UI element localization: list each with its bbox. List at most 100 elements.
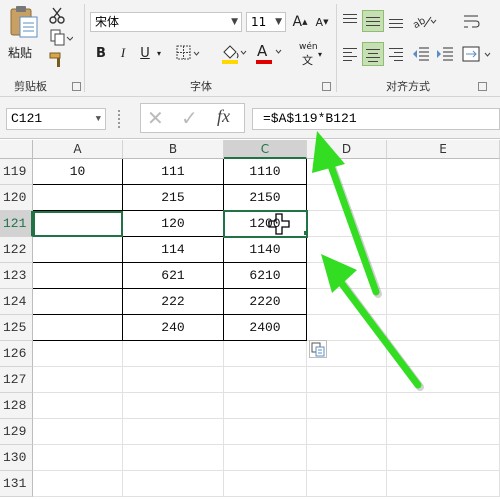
cell[interactable]: [387, 263, 500, 289]
cell[interactable]: [387, 211, 500, 237]
cell[interactable]: [224, 419, 307, 445]
cancel-icon[interactable]: ✕: [147, 106, 164, 130]
format-painter-button[interactable]: [46, 50, 68, 70]
row-header[interactable]: 123: [0, 263, 33, 289]
grow-font-button[interactable]: A ▲: [290, 12, 310, 32]
name-box[interactable]: C121 ▼: [6, 108, 106, 130]
cell[interactable]: [387, 237, 500, 263]
row-header[interactable]: 121: [0, 211, 33, 237]
cell[interactable]: [33, 263, 123, 289]
cell[interactable]: [387, 419, 500, 445]
paste-options-button[interactable]: [309, 340, 327, 358]
column-header-a[interactable]: A: [33, 140, 123, 159]
font-launcher-icon[interactable]: [322, 82, 331, 91]
decrease-indent-button[interactable]: [410, 42, 432, 66]
chevron-down-icon[interactable]: ▼: [275, 13, 282, 31]
cell[interactable]: [307, 211, 387, 237]
cell[interactable]: [33, 211, 123, 237]
row-header[interactable]: 122: [0, 237, 33, 263]
wrap-text-button[interactable]: [460, 10, 484, 32]
middle-align-button[interactable]: [362, 10, 384, 32]
cell[interactable]: [387, 185, 500, 211]
clipboard-launcher-icon[interactable]: [72, 82, 81, 91]
align-left-button[interactable]: [340, 42, 360, 66]
merge-center-button[interactable]: [460, 42, 496, 66]
chevron-down-icon[interactable]: ▼: [231, 13, 238, 31]
cell[interactable]: 111: [123, 159, 224, 185]
cell[interactable]: [33, 445, 123, 471]
chevron-down-icon[interactable]: ▼: [96, 109, 101, 129]
copy-button[interactable]: [46, 28, 76, 48]
column-header-d[interactable]: D: [307, 140, 387, 159]
cell[interactable]: 222: [123, 289, 224, 315]
cell[interactable]: 120: [123, 211, 224, 237]
row-header[interactable]: 120: [0, 185, 33, 211]
cell[interactable]: [123, 367, 224, 393]
cell[interactable]: [33, 419, 123, 445]
cell[interactable]: 1140: [224, 237, 307, 263]
row-header[interactable]: 126: [0, 341, 33, 367]
cell[interactable]: [224, 471, 307, 497]
cell[interactable]: [387, 471, 500, 497]
cell[interactable]: 240: [123, 315, 224, 341]
align-center-button[interactable]: [362, 42, 384, 66]
underline-button[interactable]: U: [136, 42, 154, 64]
insert-function-icon[interactable]: fx: [217, 106, 230, 127]
cell[interactable]: [33, 315, 123, 341]
cell[interactable]: [33, 185, 123, 211]
top-align-button[interactable]: [340, 10, 360, 32]
row-header[interactable]: 119: [0, 159, 33, 185]
cell[interactable]: [307, 393, 387, 419]
formula-input[interactable]: =$A$119*B121: [252, 108, 500, 130]
cell[interactable]: [307, 289, 387, 315]
column-header-e[interactable]: E: [387, 140, 500, 159]
cell[interactable]: [224, 341, 307, 367]
cell[interactable]: [387, 367, 500, 393]
cell[interactable]: [387, 315, 500, 341]
borders-button[interactable]: [174, 42, 202, 64]
underline-dropdown[interactable]: ▾: [154, 42, 164, 64]
cell[interactable]: [33, 393, 123, 419]
cell[interactable]: [224, 445, 307, 471]
cell[interactable]: [307, 445, 387, 471]
worksheet-grid[interactable]: A B C D E 119 10 111 1110 120 215 2150 121 120 12…: [0, 140, 500, 500]
row-header[interactable]: 129: [0, 419, 33, 445]
phonetic-button[interactable]: wén 文 ▾: [296, 40, 326, 67]
cell[interactable]: 1110: [224, 159, 307, 185]
formula-bar-grip-icon[interactable]: [118, 110, 121, 128]
cell[interactable]: [387, 393, 500, 419]
cell[interactable]: 2220: [224, 289, 307, 315]
bold-button[interactable]: B: [92, 42, 110, 64]
cell[interactable]: [123, 471, 224, 497]
align-right-button[interactable]: [386, 42, 406, 66]
cell[interactable]: 114: [123, 237, 224, 263]
cell[interactable]: [123, 419, 224, 445]
cell[interactable]: [387, 341, 500, 367]
font-name-combo[interactable]: 宋体 ▼: [90, 12, 242, 32]
cell[interactable]: 621: [123, 263, 224, 289]
fill-color-button[interactable]: [218, 42, 248, 66]
cell[interactable]: [307, 263, 387, 289]
cell[interactable]: 10: [33, 159, 123, 185]
cell[interactable]: [33, 289, 123, 315]
cell[interactable]: [307, 159, 387, 185]
cell[interactable]: [224, 367, 307, 393]
cell[interactable]: 2150: [224, 185, 307, 211]
cell[interactable]: 2400: [224, 315, 307, 341]
cell[interactable]: 6210: [224, 263, 307, 289]
cut-button[interactable]: [46, 6, 68, 26]
cell[interactable]: [307, 419, 387, 445]
cell[interactable]: [33, 341, 123, 367]
row-header[interactable]: 131: [0, 471, 33, 497]
column-header-c[interactable]: C: [224, 140, 307, 159]
cell[interactable]: [33, 367, 123, 393]
cell[interactable]: [307, 315, 387, 341]
enter-icon[interactable]: ✓: [181, 106, 198, 130]
cell[interactable]: [123, 445, 224, 471]
cell[interactable]: [387, 289, 500, 315]
row-header[interactable]: 127: [0, 367, 33, 393]
cell[interactable]: 215: [123, 185, 224, 211]
bottom-align-button[interactable]: [386, 10, 406, 32]
row-header[interactable]: 125: [0, 315, 33, 341]
select-all-corner[interactable]: [0, 140, 33, 159]
